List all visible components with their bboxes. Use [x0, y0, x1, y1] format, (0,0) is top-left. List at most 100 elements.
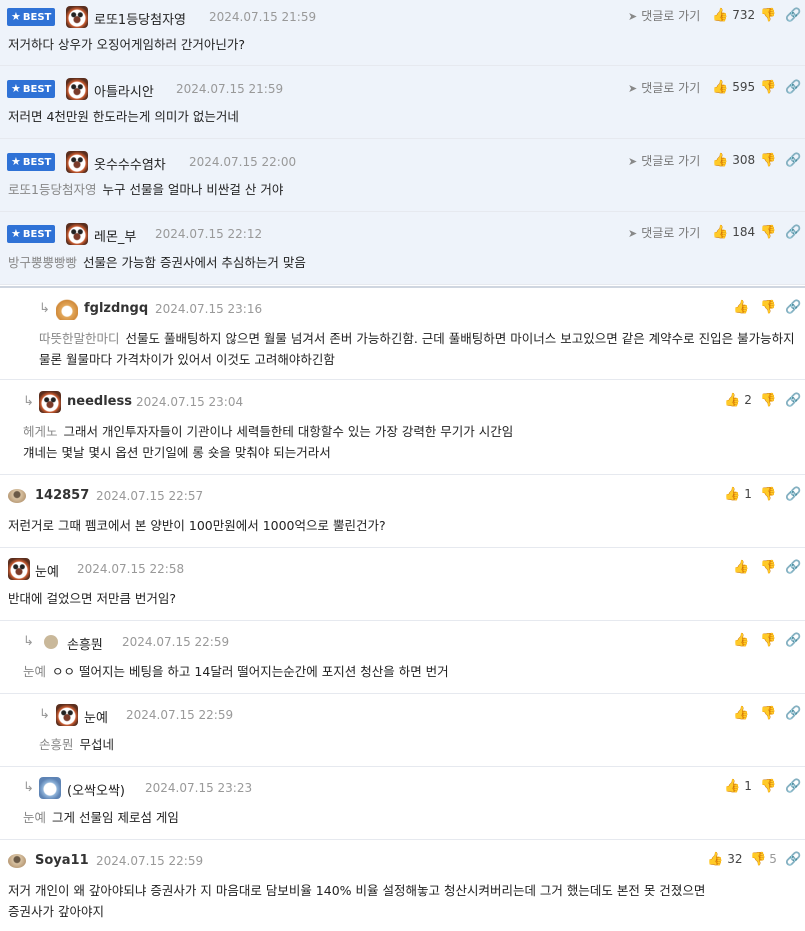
comment-author[interactable]: (오싹오싹): [67, 780, 125, 799]
link-icon[interactable]: 🔗: [785, 706, 801, 721]
link-icon[interactable]: 🔗: [785, 225, 801, 240]
mention[interactable]: 눈예: [23, 664, 46, 679]
link-icon[interactable]: 🔗: [785, 80, 801, 95]
comment-text: 눈예 그게 선물임 제로섬 게임: [23, 810, 179, 825]
comment-author[interactable]: 손흥뭔: [67, 634, 103, 653]
comment-author[interactable]: needless: [67, 394, 132, 409]
upvote-button[interactable]: 👍: [733, 633, 753, 648]
downvote-button[interactable]: 👎 5: [750, 852, 777, 867]
upvote-button[interactable]: 👍: [733, 560, 753, 575]
thumb-up-icon: 👍: [712, 8, 729, 23]
reply-arrow-icon: ➤: [628, 227, 638, 240]
upvote-button[interactable]: 👍: [733, 706, 753, 721]
go-to-reply-link[interactable]: ➤ 댓글로 가기: [628, 7, 700, 24]
downvote-button[interactable]: 👎: [760, 8, 776, 23]
go-to-reply-link[interactable]: ➤ 댓글로 가기: [628, 79, 700, 96]
comment-author[interactable]: 옷수수수염차: [94, 154, 166, 173]
link-icon[interactable]: 🔗: [785, 852, 801, 867]
avatar[interactable]: [66, 223, 88, 245]
upvote-button[interactable]: 👍 2: [724, 393, 752, 408]
upvote-button[interactable]: 👍 32: [707, 852, 742, 867]
go-to-reply-link[interactable]: ➤ 댓글로 가기: [628, 224, 700, 241]
avatar[interactable]: [56, 298, 78, 320]
reply-arrow-icon: ➤: [628, 82, 638, 95]
downvote-button[interactable]: 👎: [760, 80, 776, 95]
comment-author[interactable]: 눈예: [84, 707, 108, 726]
avatar[interactable]: [66, 78, 88, 100]
upvote-button[interactable]: 👍 732: [712, 8, 755, 23]
thumb-down-icon: 👎: [760, 633, 777, 648]
upvote-button[interactable]: 👍 308: [712, 153, 755, 168]
avatar[interactable]: [8, 489, 26, 503]
comment-text: 따뜻한말한마디 선물도 풀배팅하지 않으면 월물 넘겨서 존버 가능하긴함. 근데…: [39, 331, 795, 367]
avatar[interactable]: [44, 635, 58, 649]
thumb-up-icon: 👍: [733, 300, 750, 315]
comment-date: 2024.07.15 22:59: [96, 854, 204, 868]
mention[interactable]: 헤게노: [23, 424, 58, 439]
mention[interactable]: 손흥뭔: [39, 737, 74, 752]
reply-arrow-icon: ↳: [23, 394, 34, 409]
avatar[interactable]: [66, 6, 88, 28]
downvote-button[interactable]: 👎: [760, 153, 776, 168]
comment-author[interactable]: Soya11: [35, 853, 89, 868]
avatar[interactable]: [39, 777, 61, 799]
comment-text: 헤게노 그래서 개인투자자들이 기관이나 세력들한테 대항할수 있는 가장 강력한…: [23, 424, 514, 460]
mention[interactable]: 눈예: [23, 810, 46, 825]
upvote-button[interactable]: 👍 184: [712, 225, 755, 240]
comment-text: 저런거로 그때 펨코에서 본 양반이 100만원에서 1000억으로 뿔린건가?: [8, 518, 386, 533]
reply-arrow-icon: ↳: [23, 780, 34, 795]
link-icon[interactable]: 🔗: [785, 153, 801, 168]
upvote-button[interactable]: 👍 1: [724, 487, 752, 502]
link-icon[interactable]: 🔗: [785, 487, 801, 502]
downvote-button[interactable]: 👎: [760, 633, 776, 648]
thumb-down-icon: 👎: [760, 225, 777, 240]
comment-author[interactable]: 로또1등당첨자영: [94, 9, 186, 28]
comment-date: 2024.07.15 22:58: [77, 562, 185, 576]
downvote-button[interactable]: 👎: [760, 560, 776, 575]
link-icon[interactable]: 🔗: [785, 779, 801, 794]
link-icon[interactable]: 🔗: [785, 560, 801, 575]
link-icon[interactable]: 🔗: [785, 300, 801, 315]
upvote-button[interactable]: 👍: [733, 300, 753, 315]
mention[interactable]: 따뜻한말한마디: [39, 331, 120, 346]
comment-author[interactable]: 142857: [35, 488, 89, 503]
avatar[interactable]: [66, 151, 88, 173]
comment-text: 손흥뭔 무섭네: [39, 737, 115, 752]
comment-text: 방구뿡뿡빵빵 선물은 가능함 증권사에서 추심하는거 맞음: [8, 255, 306, 270]
comment-author[interactable]: fglzdngq: [84, 301, 148, 316]
reply-arrow-icon: ↳: [39, 301, 50, 316]
comment-author[interactable]: 레몬_부: [94, 226, 136, 245]
downvote-button[interactable]: 👎: [760, 487, 776, 502]
best-badge: ★ BEST: [7, 225, 55, 243]
thumb-up-icon: 👍: [733, 560, 750, 575]
comment-item: 142857 2024.07.15 22:57 👍 1 👎 🔗 저런거로 그때 펨…: [0, 475, 805, 548]
thumb-down-icon: 👎: [760, 300, 777, 315]
avatar[interactable]: [8, 558, 30, 580]
comment-date: 2024.07.15 21:59: [176, 82, 284, 96]
downvote-button[interactable]: 👎: [760, 393, 776, 408]
downvote-button[interactable]: 👎: [760, 300, 776, 315]
mention[interactable]: 로또1등당첨자영: [8, 182, 96, 197]
upvote-button[interactable]: 👍 595: [712, 80, 755, 95]
avatar[interactable]: [39, 391, 61, 413]
comment-item: ↳ 눈예 2024.07.15 22:59 👍 👎 🔗 손흥뭔 무섭네: [0, 694, 805, 767]
comment-author[interactable]: 아틀라시안: [94, 81, 154, 100]
mention[interactable]: 방구뿡뿡빵빵: [8, 255, 77, 270]
downvote-button[interactable]: 👎: [760, 706, 776, 721]
downvote-button[interactable]: 👎: [760, 225, 776, 240]
reply-arrow-icon: ↳: [23, 634, 34, 649]
go-to-reply-link[interactable]: ➤ 댓글로 가기: [628, 152, 700, 169]
link-icon[interactable]: 🔗: [785, 8, 801, 23]
avatar[interactable]: [56, 704, 78, 726]
link-icon[interactable]: 🔗: [785, 393, 801, 408]
downvote-button[interactable]: 👎: [760, 779, 776, 794]
upvote-button[interactable]: 👍 1: [724, 779, 752, 794]
link-icon[interactable]: 🔗: [785, 633, 801, 648]
thumb-down-icon: 👎: [760, 487, 777, 502]
comment-author[interactable]: 눈예: [35, 561, 59, 580]
comment-text: 저거 개인이 왜 갚아야되냐 증권사가 지 마음대로 담보비율 140% 비율 …: [8, 883, 706, 919]
thumb-up-icon: 👍: [724, 487, 741, 502]
comment-item: 눈예 2024.07.15 22:58 👍 👎 🔗 반대에 걸었으면 저만큼 번…: [0, 548, 805, 621]
avatar[interactable]: [8, 854, 26, 868]
comment-item: ★ BEST 옷수수수염차 2024.07.15 22:00 ➤ 댓글로 가기 👍 3…: [0, 139, 805, 212]
